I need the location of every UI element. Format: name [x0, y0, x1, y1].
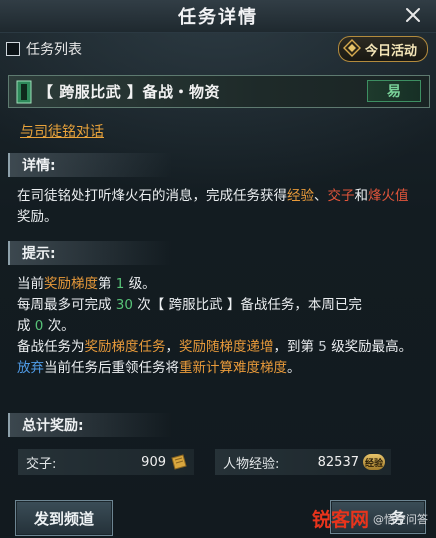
weekly-done: 0 — [34, 318, 44, 334]
details-and: 和 — [354, 188, 369, 204]
hint-1a: 当前 — [17, 276, 44, 292]
reward-beacon-text: 烽火值 — [368, 188, 409, 204]
close-icon — [406, 8, 420, 22]
hint-1c: 第 — [98, 276, 112, 292]
reward-tier-text: 奖励梯度 — [44, 276, 98, 292]
hint-2a: 每周最多可完成 — [17, 297, 112, 313]
hint-3g: 级奖励最高。 — [331, 339, 413, 355]
panel-title: 任务详情 — [178, 7, 258, 28]
reward-exp-text: 经验 — [287, 188, 314, 204]
details-end: 奖励。 — [17, 209, 58, 225]
difficulty-badge: 易 — [367, 80, 421, 102]
watermark: 锐客网 @悟空问答 — [312, 505, 428, 532]
hint-line-3: 备战任务为奖励梯度任务，奖励随梯度递增，到第 5 级奖励最高。放弃当前任务后重领… — [17, 337, 418, 379]
hint-3i: 当前任务后重领任务将 — [44, 360, 179, 376]
hints-text: 当前奖励梯度第 1 级。 每周最多可完成 30 次【 跨服比武 】备战任务，本周… — [17, 274, 418, 379]
reward-jiaozi-label: 交子: — [26, 456, 57, 472]
tier-task-text: 奖励梯度任务 — [84, 339, 166, 355]
banknote-icon — [171, 454, 187, 470]
reward-jiaozi-text: 交子 — [327, 188, 355, 204]
send-to-channel-button[interactable]: 发到频道 — [15, 500, 113, 536]
hint-line-1: 当前奖励梯度第 1 级。 — [17, 274, 418, 295]
task-detail-panel: 任务详情 任务列表 今日活动 【 跨服比武 】备战・物资 易 与司徒铭对话 详情… — [0, 0, 436, 538]
reward-exp-value: 82537 — [317, 454, 359, 470]
daily-activity-button[interactable]: 今日活动 — [337, 36, 428, 62]
task-list-toggle[interactable]: 任务列表 — [6, 39, 82, 59]
recalc-text: 重新计算难度梯度 — [179, 360, 287, 376]
details-heading: 详情: — [8, 153, 172, 177]
weekly-max: 30 — [115, 297, 133, 313]
title-bar: 任务详情 — [0, 0, 436, 33]
reward-jiaozi-value: 909 — [141, 454, 166, 470]
task-name: 【 跨服比武 】备战・物资 — [38, 83, 220, 101]
details-sep: 、 — [314, 188, 328, 204]
hints-heading: 提示: — [8, 241, 172, 265]
details-text-1: 在司徒铭处打听烽火石的消息，完成任务获得 — [17, 188, 287, 204]
hint-3k: 。 — [287, 360, 301, 376]
reward-exp-row: 人物经验: 82537 经验 — [215, 449, 391, 475]
rewards-heading: 总计奖励: — [8, 413, 172, 437]
diamond-badge-icon — [342, 39, 361, 57]
hint-3c: ， — [165, 339, 180, 355]
top-row: 任务列表 今日活动 — [6, 36, 428, 62]
task-flag-icon — [16, 80, 32, 103]
tier-increase-text: 奖励随梯度递增 — [179, 339, 274, 355]
hint-3a: 备战任务为 — [17, 339, 85, 355]
close-button[interactable] — [402, 4, 424, 26]
details-text: 在司徒铭处打听烽火石的消息，完成任务获得经验、交子和烽火值奖励。 — [17, 186, 418, 228]
hint-2e: 次。 — [47, 318, 75, 334]
tier-level: 1 — [115, 276, 125, 292]
max-tier: 5 — [318, 339, 327, 355]
hint-3e: ，到第 — [273, 339, 315, 355]
hint-1e: 级。 — [128, 276, 156, 292]
watermark-text: @悟空问答 — [373, 512, 428, 526]
reward-jiaozi-row: 交子: 909 — [18, 449, 194, 475]
task-list-label: 任务列表 — [26, 42, 82, 58]
exp-badge-icon: 经验 — [363, 454, 385, 470]
reward-exp-label: 人物经验: — [223, 456, 280, 472]
abandon-text: 放弃 — [17, 360, 44, 376]
talk-to-npc-link[interactable]: 与司徒铭对话 — [20, 121, 104, 141]
hint-line-2: 每周最多可完成 30 次【 跨服比武 】备战任务，本周已完成 0 次。 — [17, 295, 418, 337]
task-list-checkbox[interactable] — [6, 42, 20, 56]
daily-activity-label: 今日活动 — [364, 43, 417, 59]
watermark-logo: 锐客网 — [311, 509, 369, 531]
task-title-bar: 【 跨服比武 】备战・物资 易 — [8, 75, 430, 108]
